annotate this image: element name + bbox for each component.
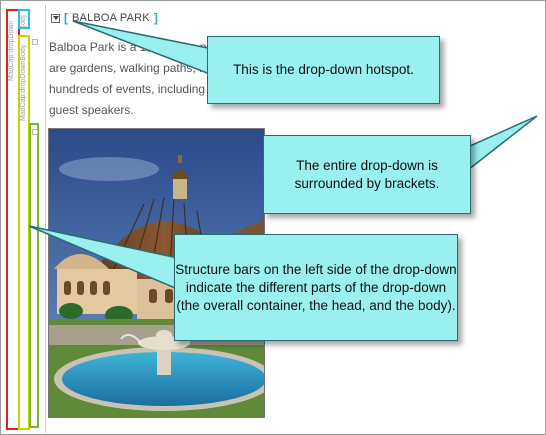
editor-frame: MadCap:dropDown MadCap:dropDownBody [dd]… — [0, 0, 546, 435]
dropdown-hotspot[interactable]: [ BALBOA PARK ] — [51, 11, 158, 25]
callout-structure-bars: Structure bars on the left side of the d… — [174, 234, 458, 341]
structure-tick — [32, 129, 38, 135]
callout-brackets: The entire drop-down is surrounded by br… — [263, 135, 471, 214]
structure-bar-inner[interactable] — [29, 123, 39, 428]
open-bracket: [ — [64, 11, 68, 25]
structure-bar-body-label: MadCap:dropDownBody — [20, 44, 27, 121]
structure-bar-head-label: [dd] — [20, 15, 27, 27]
dropdown-title[interactable]: BALBOA PARK — [72, 12, 150, 24]
close-bracket: ] — [153, 11, 158, 25]
structure-tick — [32, 39, 38, 45]
callout-hotspot: This is the drop-down hotspot. — [207, 36, 440, 104]
structure-bar-container-label: MadCap:dropDown — [8, 20, 15, 81]
dropdown-toggle-icon[interactable] — [51, 13, 60, 23]
